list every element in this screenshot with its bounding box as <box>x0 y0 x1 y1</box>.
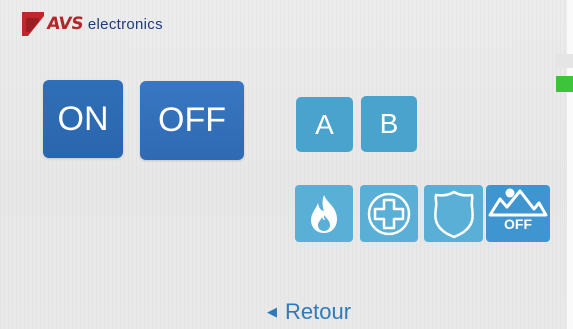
back-label: Retour <box>285 299 352 324</box>
brand-logo: AVS electronics <box>22 11 163 37</box>
screen: AVS electronics ON OFF A B OFF ◀ Retour <box>0 0 573 329</box>
avs-logo-mark-icon <box>22 12 44 36</box>
logo-brand-text: AVS <box>45 14 85 34</box>
back-arrow-icon: ◀ <box>267 304 277 319</box>
status-indicator-active <box>556 76 573 92</box>
logo-word-text: electronics <box>87 15 163 33</box>
back-button[interactable]: ◀ Retour <box>267 299 351 325</box>
zone-b-button[interactable]: B <box>361 96 417 152</box>
off-button[interactable]: OFF <box>140 81 244 160</box>
police-alarm-button[interactable] <box>424 185 483 242</box>
on-button[interactable]: ON <box>43 80 123 158</box>
alpine-mountain-icon <box>488 188 548 217</box>
medical-alarm-button[interactable] <box>360 185 418 242</box>
screen-edge <box>567 0 573 329</box>
fire-alarm-button[interactable] <box>295 185 353 242</box>
fire-icon <box>311 194 337 233</box>
medical-cross-icon <box>367 192 411 235</box>
zone-a-button[interactable]: A <box>296 97 353 152</box>
police-shield-icon <box>433 190 474 238</box>
alpine-off-label: OFF <box>504 216 532 232</box>
alpine-mode-button[interactable]: OFF <box>486 185 550 242</box>
status-indicator-inactive <box>555 54 573 68</box>
